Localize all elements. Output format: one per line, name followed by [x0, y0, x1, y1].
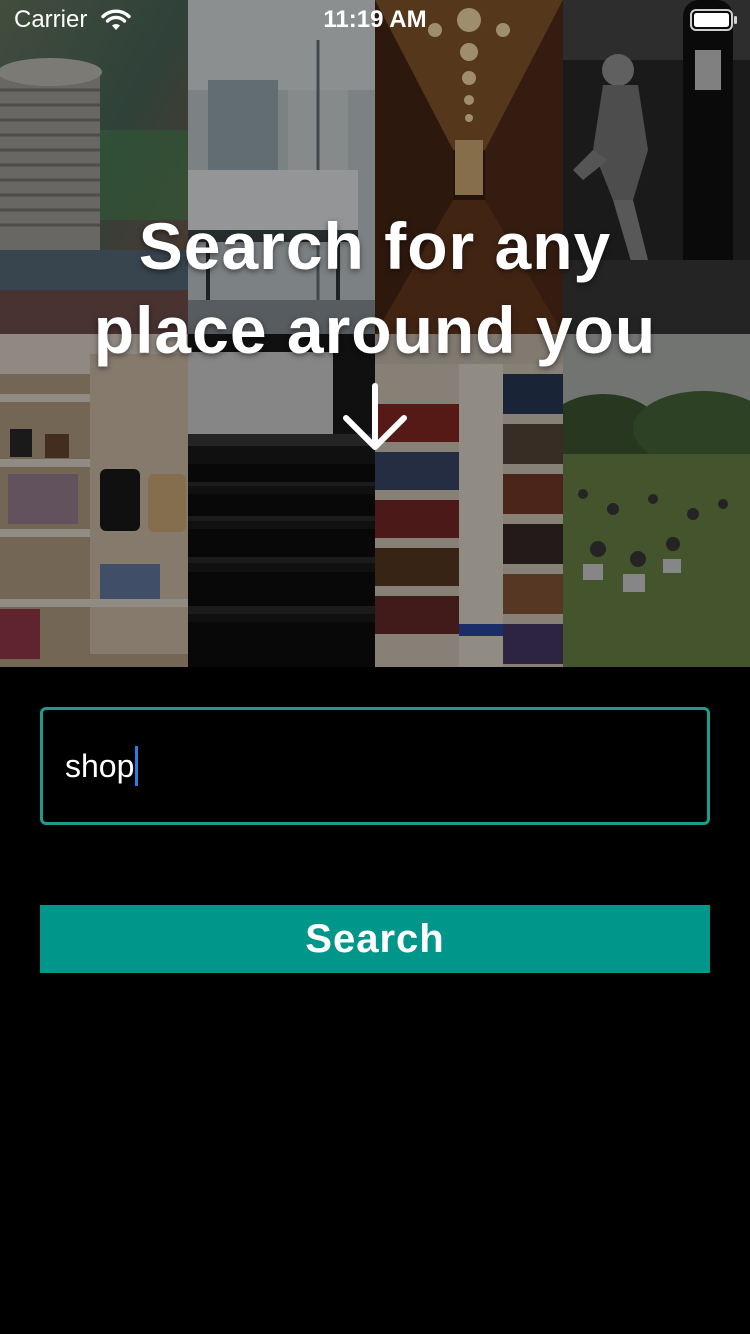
hero-headline: Search for any place around you [0, 204, 750, 372]
search-input-text: shop [65, 748, 135, 784]
battery-icon [690, 9, 737, 31]
status-bar: Carrier 11:19 AM [0, 0, 750, 40]
text-caret [135, 746, 139, 786]
search-input[interactable]: shop [40, 707, 710, 825]
status-time: 11:19 AM [323, 6, 427, 33]
headline-line-2: place around you [93, 293, 657, 367]
search-input-value: shop [65, 746, 139, 786]
arrow-down-icon [343, 383, 407, 450]
search-button[interactable]: Search [40, 905, 710, 973]
headline-line-1: Search for any [138, 209, 612, 283]
